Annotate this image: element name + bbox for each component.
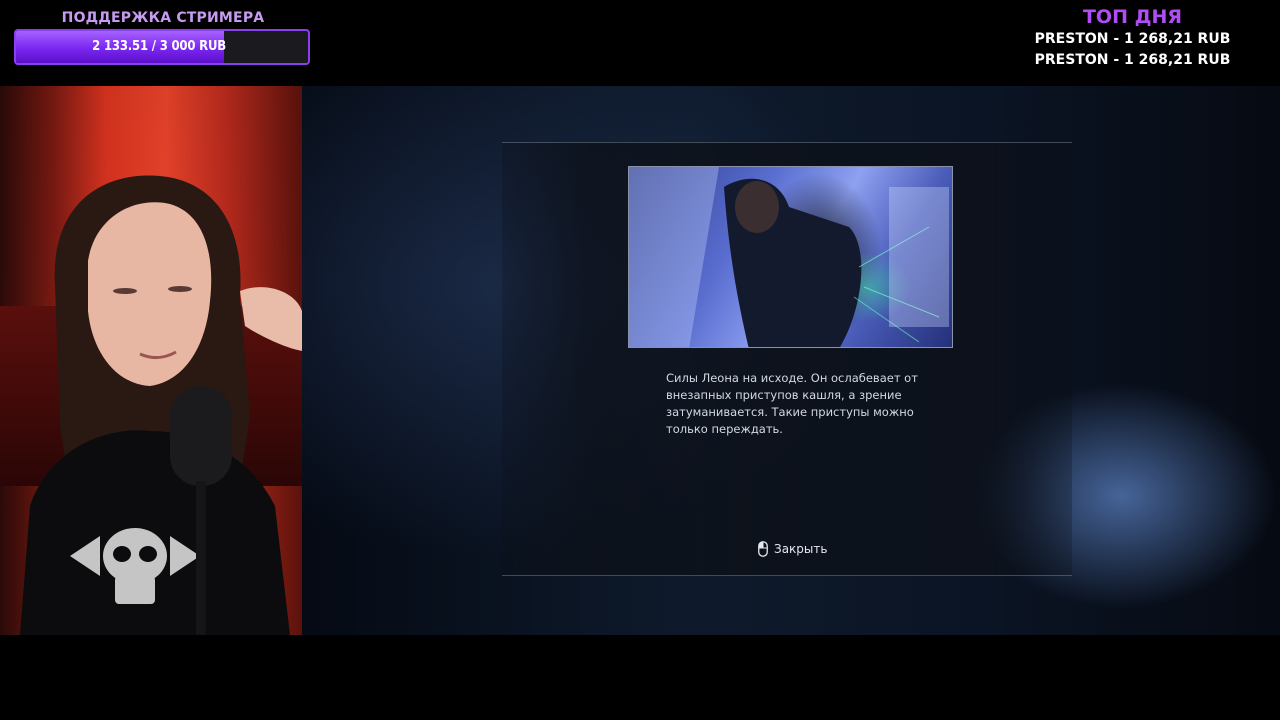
top-donors-panel: ТОП ДНЯ PRESTON - 1 268,21 RUB PRESTON -… [1010, 5, 1255, 71]
top-donors-title: ТОП ДНЯ [1082, 6, 1183, 28]
tip-description: Силы Леона на исходе. Он ослабевает от в… [666, 371, 918, 436]
support-goal-progress-text: 2 133.51 / 3 000 RUB [92, 39, 226, 54]
top-donor-entry: PRESTON - 1 268,21 RUB [1034, 31, 1231, 47]
support-goal-progress-bar: 2 133.51 / 3 000 RUB [14, 29, 310, 65]
tip-illustration-figure [629, 167, 949, 347]
webcam-feed [0, 86, 302, 635]
close-button[interactable]: Закрыть [758, 540, 827, 558]
streamer-silhouette [20, 175, 302, 635]
top-donor-entry: PRESTON - 1 268,21 RUB [1034, 52, 1231, 68]
close-button-label: Закрыть [774, 542, 828, 556]
tip-illustration [628, 166, 953, 348]
mouse-icon [758, 541, 768, 557]
game-screen: Силы Леона на исходе. Он ослабевает от в… [302, 86, 1280, 635]
support-goal-title: ПОДДЕРЖКА СТРИМЕРА [61, 10, 265, 26]
